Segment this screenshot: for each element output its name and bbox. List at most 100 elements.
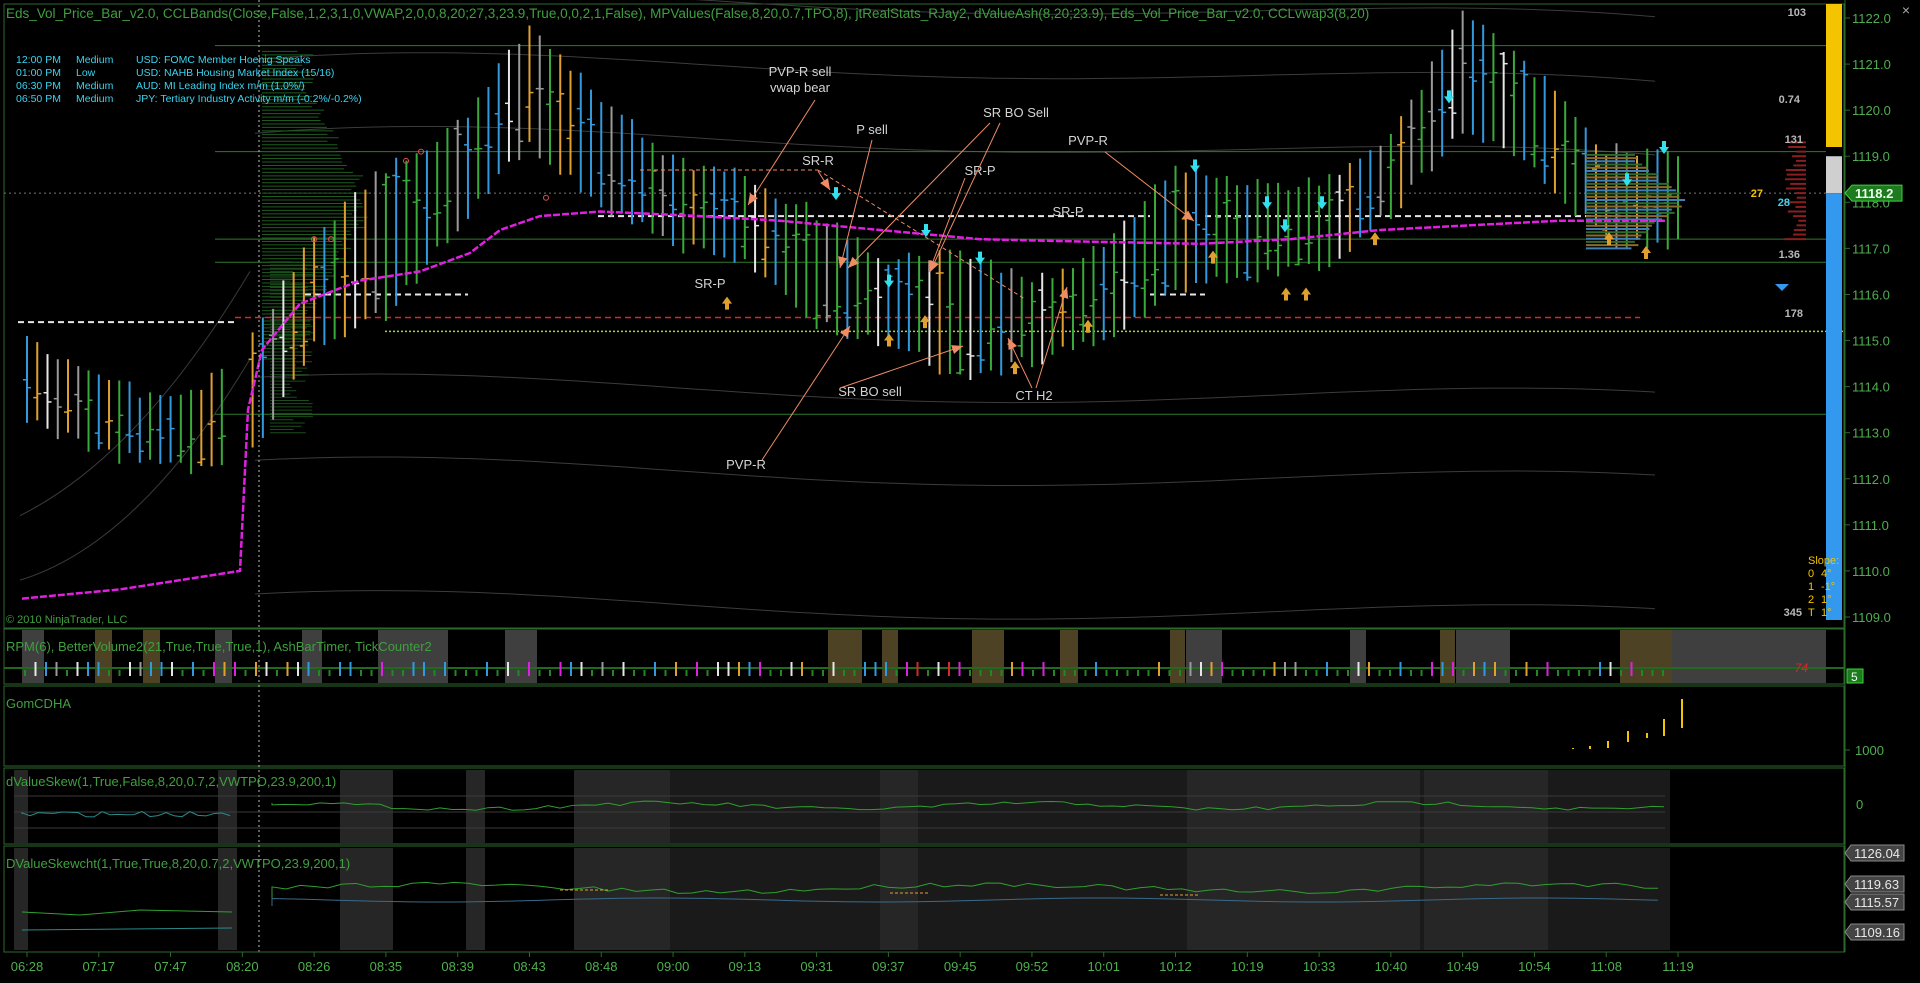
y-tick-label: 1116.0	[1852, 287, 1890, 302]
skewcht-shade	[880, 848, 918, 950]
chart-canvas[interactable]: PVP-R sellvwap bear P sell SR BO Sell SR-R S…	[0, 0, 1920, 983]
annotation-label: CT H2	[1015, 388, 1052, 403]
stat-label: 27	[1751, 188, 1763, 200]
x-tick-label: 09:45	[944, 959, 977, 974]
rpm-shade	[505, 630, 537, 683]
skew-shade	[1222, 770, 1420, 843]
news-impact: Medium	[76, 80, 114, 92]
y-tick-label: 1117.0	[1852, 241, 1890, 256]
stat-label: 178	[1785, 308, 1803, 320]
gomcdha-axis-label: 1000	[1855, 743, 1884, 758]
skew-shade	[1187, 770, 1223, 843]
volume-pressure-bar-top	[1826, 4, 1842, 148]
indicator-header: Eds_Vol_Price_Bar_v2.0, CCLBands(Close,F…	[6, 6, 1369, 21]
skewcht-value-label: 1109.16	[1854, 925, 1900, 940]
annotation-label: SR BO sell	[838, 384, 902, 399]
skewcht-panel-title: DValueSkewcht(1,True,True,8,20,0.7,2,VWT…	[6, 856, 350, 871]
x-tick-label: 09:37	[872, 959, 905, 974]
annotation-label: P sell	[856, 122, 888, 137]
stat-label: 131	[1785, 134, 1803, 146]
slope-index: 1	[1808, 581, 1814, 593]
annotation-label: SR-P	[1052, 204, 1083, 219]
skewcht-value-label: 1119.63	[1854, 877, 1899, 892]
skewcht-value-label: 1126.04	[1854, 846, 1900, 861]
x-tick-label: 06:28	[11, 959, 44, 974]
rpm-shade	[972, 630, 1004, 683]
news-text: USD: NAHB Housing Market Index (15/16)	[136, 67, 334, 79]
rpm-shade	[1620, 630, 1672, 683]
x-tick-label: 09:00	[657, 959, 690, 974]
stat-label: 1°	[1821, 607, 1832, 619]
annotation-label: PVP-R sell	[769, 64, 832, 79]
y-tick-label: 1112.0	[1852, 472, 1890, 487]
stat-label: 345	[1784, 607, 1802, 619]
stat-label: T	[1808, 607, 1815, 619]
news-text: USD: FOMC Member Hoenig Speaks	[136, 54, 310, 66]
skew-panel-title: dValueSkew(1,True,False,8,20,0.7,2,VWTPO…	[6, 774, 336, 789]
current-price-label: 1118.2	[1855, 186, 1893, 201]
x-tick-label: 10:40	[1375, 959, 1408, 974]
x-tick-label: 10:12	[1159, 959, 1192, 974]
y-tick-label: 1115.0	[1852, 334, 1890, 349]
x-tick-label: 09:31	[800, 959, 833, 974]
x-tick-label: 09:13	[729, 959, 762, 974]
skewcht-shade	[466, 848, 485, 950]
x-tick-label: 07:47	[154, 959, 187, 974]
annotation-label: vwap bear	[770, 80, 831, 95]
stat-label: 103	[1788, 7, 1806, 19]
skew-shade	[466, 770, 485, 843]
annotation-label: SR BO Sell	[983, 105, 1049, 120]
bar-timer-label: 74	[1795, 661, 1809, 675]
annotation-label: PVP-R	[1068, 133, 1108, 148]
news-text: AUD: MI Leading Index m/m (1.0%/)	[136, 80, 305, 92]
stat-label: 28	[1778, 197, 1790, 209]
skew-shade	[574, 770, 670, 843]
x-tick-label: 10:01	[1087, 959, 1120, 974]
y-tick-label: 1114.0	[1852, 380, 1890, 395]
slope-index: 0	[1808, 568, 1814, 580]
rpm-shade	[1170, 630, 1185, 683]
slope-value: 4°	[1821, 568, 1832, 580]
x-tick-label: 08:48	[585, 959, 618, 974]
x-tick-label: 10:49	[1446, 959, 1479, 974]
news-impact: Medium	[76, 54, 114, 66]
gomcdha-panel-title: GomCDHA	[6, 696, 71, 711]
slope-value: -1°	[1821, 581, 1835, 593]
copyright-text: © 2010 NinjaTrader, LLC	[6, 614, 127, 626]
annotation-label: PVP-R	[726, 457, 766, 472]
stat-label: 1.36	[1779, 249, 1800, 261]
y-tick-label: 1113.0	[1852, 426, 1890, 441]
slope-title: Slope:	[1808, 555, 1839, 567]
news-impact: Medium	[76, 93, 114, 105]
y-tick-label: 1109.0	[1852, 610, 1891, 625]
rpm-panel-title: RPM(6), BetterVolume2(21,True,True,True,…	[6, 639, 432, 654]
slope-value: 1°	[1821, 594, 1832, 606]
news-text: JPY: Tertiary Industry Activity m/m (-0.…	[136, 93, 362, 105]
y-tick-label: 1120.0	[1852, 103, 1891, 118]
annotation-label: SR-P	[694, 276, 725, 291]
annotation-label: SR-R	[802, 153, 834, 168]
skewcht-value-label: 1115.57	[1854, 895, 1899, 910]
y-tick-label: 1121.0	[1852, 57, 1891, 72]
x-tick-label: 08:39	[441, 959, 474, 974]
x-tick-label: 10:54	[1518, 959, 1551, 974]
slope-index: 2	[1808, 594, 1814, 606]
news-impact: Low	[76, 67, 96, 79]
stat-label: 0.74	[1779, 94, 1801, 106]
y-tick-label: 1119.0	[1852, 149, 1890, 164]
rpm-shade	[1672, 630, 1826, 683]
x-tick-label: 08:26	[298, 959, 331, 974]
rpm-value-label: 5	[1851, 670, 1858, 684]
news-time: 12:00 PM	[16, 54, 61, 66]
close-icon[interactable]: ×	[1898, 2, 1914, 18]
x-tick-label: 08:20	[226, 959, 259, 974]
y-tick-label: 1110.0	[1852, 564, 1890, 579]
x-tick-label: 07:17	[83, 959, 116, 974]
news-time: 01:00 PM	[16, 67, 61, 79]
skew-axis-label: 0	[1856, 797, 1863, 812]
skewcht-shade	[1187, 848, 1223, 950]
x-tick-label: 11:19	[1662, 959, 1694, 974]
y-tick-label: 1111.0	[1852, 518, 1889, 533]
x-tick-label: 09:52	[1016, 959, 1049, 974]
y-tick-label: 1122.0	[1852, 11, 1891, 26]
